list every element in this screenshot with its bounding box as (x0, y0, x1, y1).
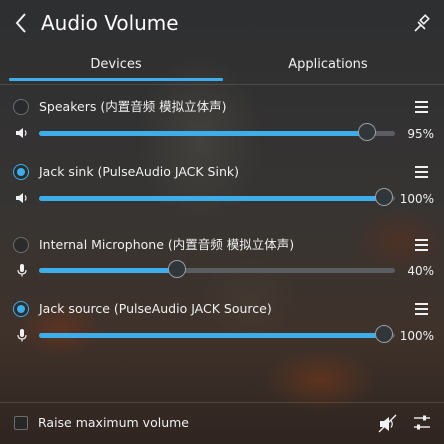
volume-percent: 100% (399, 329, 434, 343)
microphone-icon[interactable] (15, 328, 29, 342)
volume-percent: 40% (407, 264, 434, 278)
slider-handle[interactable] (168, 260, 186, 278)
active-tab-indicator (9, 78, 223, 81)
divider (0, 402, 444, 403)
slider-fill (39, 131, 367, 136)
volume-slider[interactable] (39, 325, 395, 345)
hamburger-menu-icon[interactable] (415, 238, 429, 252)
panel-header: Audio Volume (0, 0, 444, 46)
raise-maximum-volume-label[interactable]: Raise maximum volume (38, 414, 189, 432)
volume-slider[interactable] (39, 188, 395, 208)
slider-fill (39, 196, 384, 201)
tab-bar: Devices Applications (0, 52, 444, 82)
device-row-internal-microphone: Internal Microphone (内置音频 模拟立体声) 40% (0, 234, 444, 294)
device-row-jack-source: Jack source (PulseAudio JACK Source) 100… (0, 298, 444, 358)
hamburger-menu-icon[interactable] (415, 302, 429, 316)
device-label: Jack source (PulseAudio JACK Source) (39, 301, 272, 316)
device-label: Speakers (内置音频 模拟立体声) (39, 99, 227, 114)
device-row-jack-sink: Jack sink (PulseAudio JACK Sink) 100% (0, 161, 444, 221)
microphone-icon[interactable] (15, 263, 29, 277)
slider-handle[interactable] (358, 123, 376, 141)
speaker-icon[interactable] (15, 191, 29, 205)
device-label: Internal Microphone (内置音频 模拟立体声) (39, 237, 295, 252)
tab-devices[interactable]: Devices (9, 52, 223, 80)
volume-slider[interactable] (39, 123, 395, 143)
panel-title: Audio Volume (41, 11, 179, 35)
volume-percent: 100% (399, 192, 434, 206)
slider-fill (39, 268, 177, 273)
settings-sliders-icon[interactable] (413, 414, 431, 432)
hamburger-menu-icon[interactable] (415, 100, 429, 114)
hamburger-menu-icon[interactable] (415, 165, 429, 179)
default-device-radio[interactable] (13, 164, 29, 180)
audio-volume-panel: Audio Volume Devices Applications Speake… (0, 0, 444, 444)
volume-slider[interactable] (39, 260, 395, 280)
volume-percent: 95% (407, 127, 434, 141)
default-device-radio[interactable] (13, 99, 29, 115)
speaker-muted-icon[interactable] (378, 414, 398, 434)
slider-fill (39, 333, 384, 338)
pin-icon[interactable] (412, 13, 432, 33)
speaker-icon[interactable] (15, 126, 29, 140)
default-device-radio[interactable] (13, 301, 29, 317)
default-device-radio[interactable] (13, 237, 29, 253)
device-row-speakers: Speakers (内置音频 模拟立体声) 95% (0, 96, 444, 156)
chevron-left-icon[interactable] (12, 10, 30, 36)
device-label: Jack sink (PulseAudio JACK Sink) (39, 164, 239, 179)
divider (0, 84, 444, 85)
tab-applications[interactable]: Applications (221, 52, 435, 80)
raise-maximum-volume-checkbox[interactable] (14, 416, 28, 430)
